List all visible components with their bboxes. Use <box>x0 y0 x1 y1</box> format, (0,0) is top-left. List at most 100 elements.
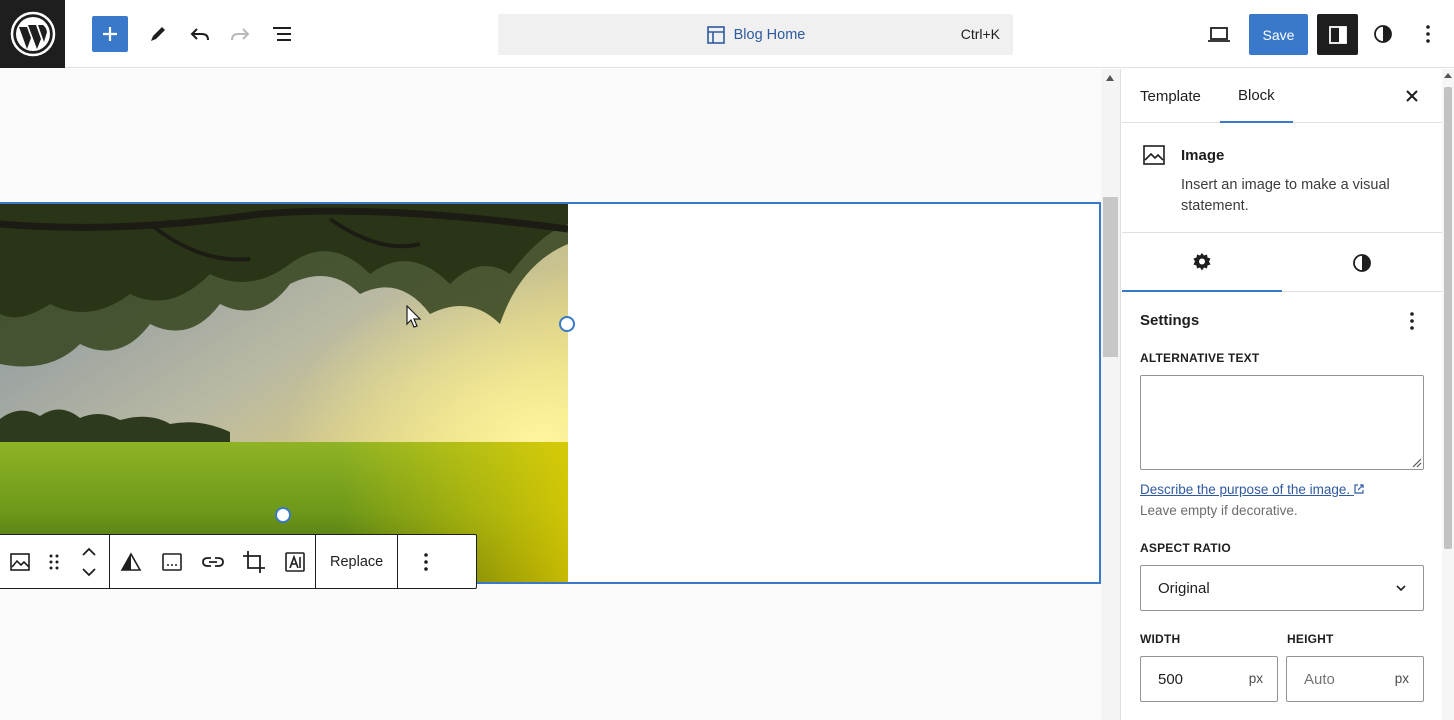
tools-button[interactable] <box>140 16 176 52</box>
desktop-view-icon <box>1208 27 1230 42</box>
block-card: Image Insert an image to make a visual s… <box>1122 123 1442 233</box>
describe-purpose-link-text: Describe the purpose of the image. <box>1140 482 1351 497</box>
crop-button[interactable] <box>233 535 274 588</box>
alt-text-input[interactable] <box>1140 375 1424 470</box>
alt-text-help: Leave empty if decorative. <box>1140 503 1298 518</box>
height-placeholder: Auto <box>1304 670 1335 688</box>
layout-icon <box>706 25 725 44</box>
resize-handle-right[interactable] <box>559 316 575 332</box>
styles-icon <box>1374 25 1392 43</box>
more-vertical-icon <box>1426 25 1430 43</box>
image-icon <box>1143 145 1165 165</box>
height-unit[interactable]: px <box>1395 671 1409 686</box>
list-view-icon <box>273 27 291 41</box>
preview-button[interactable] <box>1201 16 1237 52</box>
width-value: 500 <box>1158 670 1184 688</box>
close-icon <box>1406 90 1418 102</box>
save-button[interactable]: Save <box>1249 14 1308 55</box>
text-over-image-button[interactable] <box>274 535 315 588</box>
chevron-down-icon <box>1396 585 1406 592</box>
mouse-cursor-icon <box>406 305 422 328</box>
external-link-icon <box>1354 484 1364 494</box>
width-input[interactable]: 500 px <box>1140 656 1278 702</box>
settings-panel-options-button[interactable] <box>1400 309 1424 333</box>
document-title[interactable]: Blog Home <box>498 14 1013 55</box>
settings-panel-title: Settings <box>1140 312 1200 329</box>
toolbar-group-block <box>0 535 110 588</box>
shortcut-hint: Ctrl+K <box>960 26 1000 42</box>
drag-handle-icon <box>49 554 59 569</box>
wordpress-logo[interactable] <box>0 0 65 68</box>
settings-sidebar: Template Block Image Insert an image to … <box>1122 69 1442 720</box>
link-icon <box>201 556 224 567</box>
pencil-icon <box>151 27 165 41</box>
height-label: HEIGHT <box>1287 632 1334 646</box>
editor-canvas[interactable]: Replace <box>0 69 1101 720</box>
styles-icon <box>1353 254 1371 272</box>
undo-icon <box>190 28 209 41</box>
duotone-button[interactable] <box>110 535 151 588</box>
gear-icon <box>1193 253 1211 271</box>
width-unit[interactable]: px <box>1249 671 1263 686</box>
close-sidebar-button[interactable] <box>1400 84 1424 108</box>
image-block[interactable] <box>0 202 1101 584</box>
settings-toggle-button[interactable] <box>1317 14 1358 55</box>
block-card-title: Image <box>1181 147 1225 164</box>
chevron-up-down-icon <box>81 547 96 576</box>
resize-grip-icon[interactable] <box>1412 458 1422 468</box>
image-icon <box>9 552 30 571</box>
link-button[interactable] <box>192 535 233 588</box>
drag-handle[interactable] <box>40 535 68 588</box>
caption-button[interactable] <box>151 535 192 588</box>
redo-button[interactable] <box>222 16 258 52</box>
width-label: WIDTH <box>1140 632 1181 646</box>
canvas-scrollbar[interactable] <box>1101 69 1121 720</box>
sidebar-scrollbar[interactable] <box>1442 69 1454 720</box>
block-card-description: Insert an image to make a visual stateme… <box>1181 177 1390 214</box>
tab-template[interactable]: Template <box>1122 69 1219 123</box>
move-up-down-button[interactable] <box>68 535 109 588</box>
scroll-up-arrow-icon[interactable] <box>1444 73 1452 78</box>
scrollbar-thumb[interactable] <box>1103 197 1118 357</box>
text-over-image-icon <box>284 551 305 572</box>
block-options-button[interactable] <box>398 535 453 588</box>
command-palette-bar[interactable]: Blog Home Ctrl+K <box>498 14 1013 55</box>
wordpress-logo-icon <box>10 11 55 57</box>
caption-icon <box>161 552 182 571</box>
replace-button[interactable]: Replace <box>316 535 397 588</box>
styles-button[interactable] <box>1365 16 1401 52</box>
scrollbar-thumb[interactable] <box>1444 87 1452 549</box>
add-block-button[interactable] <box>92 16 128 52</box>
alt-text-label: ALTERNATIVE TEXT <box>1140 351 1260 365</box>
toolbar-group-replace: Replace <box>316 535 399 588</box>
editor-header: Blog Home Ctrl+K Save <box>0 0 1454 68</box>
scroll-up-arrow-icon[interactable] <box>1106 75 1114 81</box>
undo-button[interactable] <box>182 16 218 52</box>
resize-handle-bottom[interactable] <box>275 507 291 523</box>
aspect-ratio-select[interactable]: Original <box>1140 565 1424 611</box>
block-image[interactable] <box>0 204 568 582</box>
block-type-button[interactable] <box>0 535 40 588</box>
tab-settings[interactable] <box>1122 234 1282 292</box>
sidebar-toggle-icon <box>1328 25 1347 44</box>
more-vertical-icon <box>423 552 428 571</box>
document-title-text: Blog Home <box>733 26 806 43</box>
tab-styles[interactable] <box>1282 234 1442 292</box>
block-toolbar: Replace <box>0 534 477 589</box>
toolbar-group-options <box>398 535 453 588</box>
height-input[interactable]: Auto px <box>1286 656 1424 702</box>
options-button[interactable] <box>1410 16 1446 52</box>
aspect-ratio-label: ASPECT RATIO <box>1140 541 1231 555</box>
field-landscape-image <box>0 204 568 582</box>
filter-icon <box>120 551 141 571</box>
tab-block[interactable]: Block <box>1220 69 1293 123</box>
block-inspector-tabs <box>1122 234 1442 292</box>
toolbar-group-tools <box>110 535 316 588</box>
more-vertical-icon <box>1410 312 1414 330</box>
redo-icon <box>231 28 250 41</box>
list-view-button[interactable] <box>264 16 300 52</box>
aspect-ratio-value: Original <box>1158 579 1210 597</box>
sidebar-tabs: Template Block <box>1122 69 1442 123</box>
describe-purpose-link[interactable]: Describe the purpose of the image. <box>1140 482 1364 497</box>
crop-icon <box>242 550 265 573</box>
